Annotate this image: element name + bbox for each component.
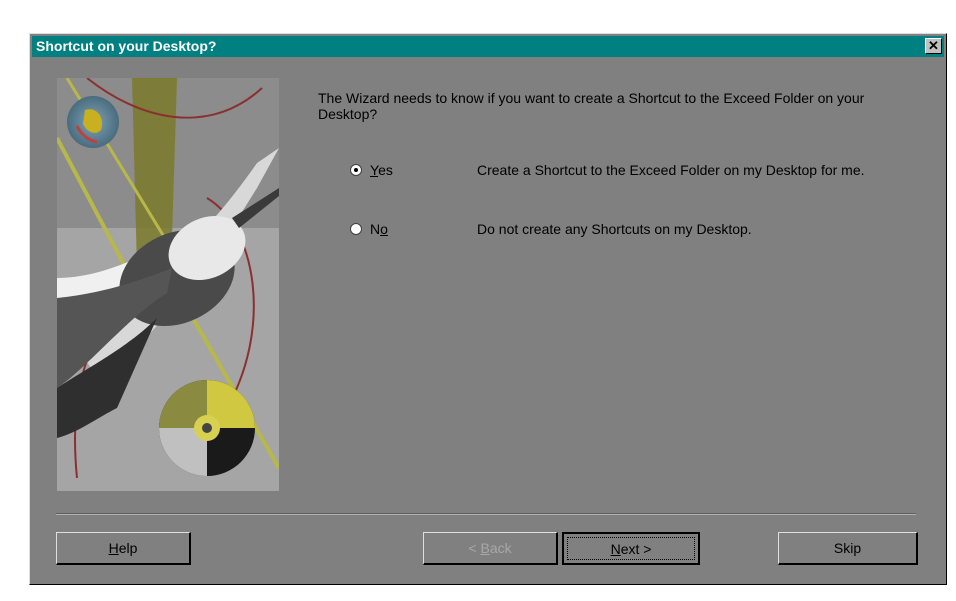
help-button[interactable]: Help: [56, 532, 191, 565]
no-label[interactable]: No: [370, 221, 388, 237]
focus-rect: [567, 537, 695, 560]
window-title: Shortcut on your Desktop?: [36, 38, 217, 54]
next-button[interactable]: Next >: [562, 532, 700, 565]
title-bar[interactable]: Shortcut on your Desktop? ✕: [32, 36, 944, 57]
yes-radio[interactable]: [350, 164, 362, 176]
hummingbird-illustration: [57, 78, 279, 491]
back-button[interactable]: < Back: [423, 532, 558, 565]
close-button[interactable]: ✕: [925, 38, 942, 54]
skip-button[interactable]: Skip: [778, 532, 918, 565]
no-radio[interactable]: [350, 223, 362, 235]
wizard-illustration: [57, 78, 279, 491]
wizard-dialog: Shortcut on your Desktop? ✕ The Wizard n…: [29, 33, 947, 585]
no-description: Do not create any Shortcuts on my Deskto…: [477, 221, 752, 237]
close-icon: ✕: [928, 38, 939, 53]
question-text: The Wizard needs to know if you want to …: [318, 90, 865, 122]
yes-label[interactable]: Yes: [370, 162, 393, 178]
button-separator: [56, 513, 916, 515]
yes-description: Create a Shortcut to the Exceed Folder o…: [477, 162, 865, 178]
